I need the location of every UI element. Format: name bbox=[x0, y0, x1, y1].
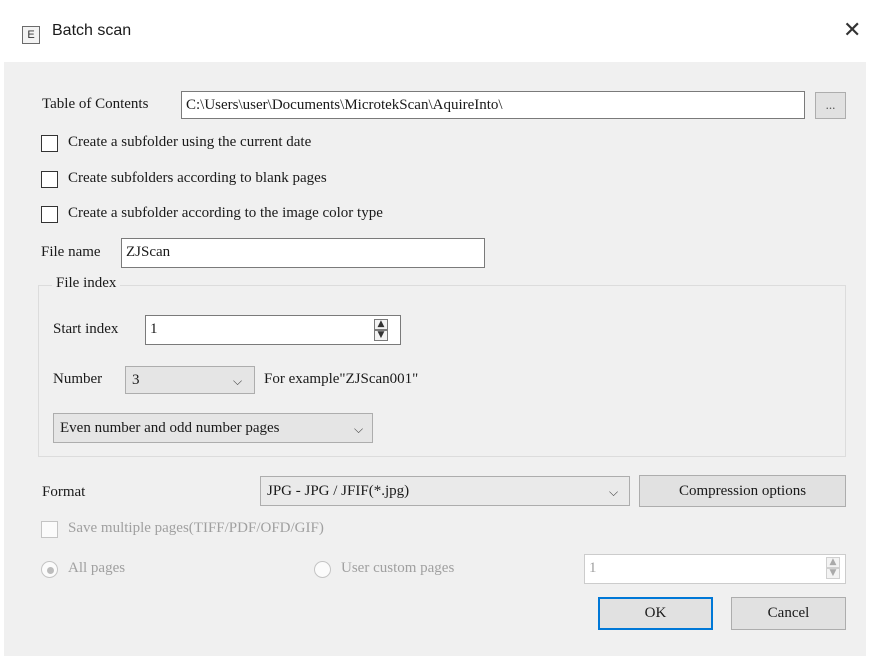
number-label: Number bbox=[53, 371, 103, 387]
start-index-input[interactable]: 1 bbox=[145, 315, 401, 345]
format-label: Format bbox=[42, 484, 86, 500]
custom-pages-up-icon[interactable]: ▲ bbox=[826, 557, 840, 568]
file-index-group-label: File index bbox=[52, 275, 121, 292]
start-index-label: Start index bbox=[53, 321, 119, 337]
compression-options-button[interactable]: Compression options bbox=[639, 475, 846, 507]
toc-path-input[interactable]: C:\Users\user\Documents\MicrotekScan\Aqu… bbox=[181, 91, 805, 119]
subfolder-blank-label: Create subfolders according to blank pag… bbox=[68, 170, 327, 186]
multi-page-checkbox[interactable] bbox=[41, 521, 58, 538]
example-text: For example"ZJScan001" bbox=[264, 371, 419, 387]
ok-button[interactable]: OK bbox=[598, 597, 713, 630]
custom-pages-input[interactable]: 1 bbox=[584, 554, 846, 584]
all-pages-label: All pages bbox=[68, 560, 126, 576]
close-icon[interactable]: ✕ bbox=[843, 18, 861, 43]
subfolder-color-label: Create a subfolder according to the imag… bbox=[68, 205, 383, 221]
toc-label: Table of Contents bbox=[42, 96, 149, 112]
file-name-input[interactable]: ZJScan bbox=[121, 238, 485, 268]
format-chevron-down-icon: ⌵ bbox=[609, 485, 619, 499]
subfolder-date-checkbox[interactable] bbox=[41, 135, 58, 152]
number-dropdown-value: 3 bbox=[132, 372, 140, 388]
file-name-label: File name bbox=[41, 244, 101, 260]
subfolder-date-label: Create a subfolder using the current dat… bbox=[68, 134, 312, 150]
multi-page-label: Save multiple pages(TIFF/PDF/OFD/GIF) bbox=[68, 520, 324, 536]
pages-mode-chevron-down-icon: ⌵ bbox=[354, 422, 364, 436]
start-index-up-icon[interactable]: ▲ bbox=[374, 319, 388, 330]
custom-pages-label: User custom pages bbox=[341, 560, 455, 576]
format-dropdown[interactable]: JPG - JPG / JFIF(*.jpg) bbox=[260, 476, 630, 506]
custom-pages-down-icon[interactable]: ▼ bbox=[826, 568, 840, 579]
pages-mode-dropdown[interactable]: Even number and odd number pages bbox=[53, 413, 373, 443]
subfolder-color-checkbox[interactable] bbox=[41, 206, 58, 223]
custom-pages-radio[interactable] bbox=[314, 561, 331, 578]
cancel-button[interactable]: Cancel bbox=[731, 597, 846, 630]
pages-mode-value: Even number and odd number pages bbox=[60, 420, 280, 436]
browse-button[interactable]: ... bbox=[815, 92, 846, 119]
format-value: JPG - JPG / JFIF(*.jpg) bbox=[267, 483, 410, 499]
all-pages-radio[interactable] bbox=[41, 561, 58, 578]
subfolder-blank-checkbox[interactable] bbox=[41, 171, 58, 188]
start-index-down-icon[interactable]: ▼ bbox=[374, 330, 388, 341]
all-pages-radio-dot bbox=[47, 567, 54, 574]
window-title: Batch scan bbox=[52, 22, 132, 39]
app-icon: E bbox=[22, 26, 40, 44]
number-chevron-down-icon: ⌵ bbox=[233, 374, 243, 388]
